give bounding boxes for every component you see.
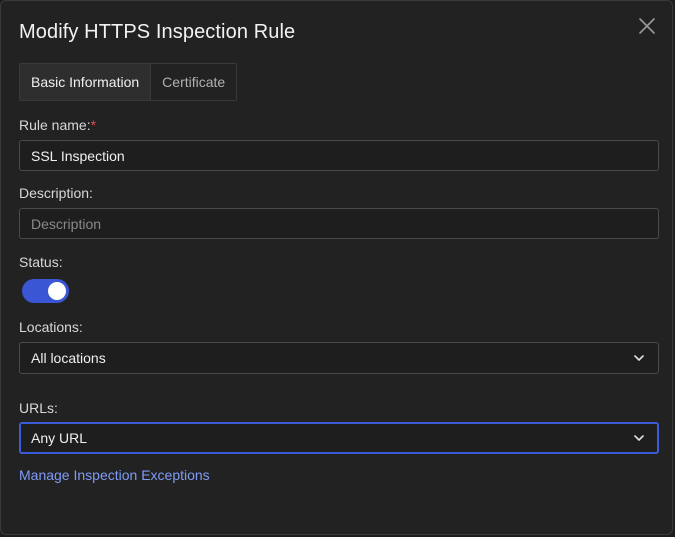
urls-selected-value: Any URL xyxy=(31,430,88,446)
locations-label: Locations: xyxy=(19,319,83,335)
close-button[interactable] xyxy=(638,17,656,35)
required-marker: * xyxy=(90,117,97,133)
tab-bar: Basic Information Certificate xyxy=(19,63,238,101)
locations-select[interactable]: All locations xyxy=(19,342,659,374)
chevron-down-icon xyxy=(634,355,644,361)
locations-selected-value: All locations xyxy=(31,350,106,366)
rule-name-label-text: Rule name: xyxy=(19,117,91,133)
tab-basic-information[interactable]: Basic Information xyxy=(20,64,152,100)
status-toggle[interactable] xyxy=(22,279,69,303)
chevron-down-icon xyxy=(634,435,644,441)
urls-label: URLs: xyxy=(19,400,58,416)
close-icon xyxy=(639,18,655,34)
manage-inspection-exceptions-link[interactable]: Manage Inspection Exceptions xyxy=(19,467,210,483)
rule-name-label: Rule name:* xyxy=(19,117,96,133)
rule-name-input[interactable] xyxy=(19,140,659,171)
tab-certificate[interactable]: Certificate xyxy=(151,64,236,100)
status-label: Status: xyxy=(19,254,63,270)
dialog-title: Modify HTTPS Inspection Rule xyxy=(19,21,296,43)
toggle-knob xyxy=(48,282,66,300)
modify-rule-dialog: Modify HTTPS Inspection Rule Basic Infor… xyxy=(0,0,673,535)
description-input[interactable] xyxy=(19,208,659,239)
description-label: Description: xyxy=(19,185,93,201)
urls-select[interactable]: Any URL xyxy=(19,422,659,454)
